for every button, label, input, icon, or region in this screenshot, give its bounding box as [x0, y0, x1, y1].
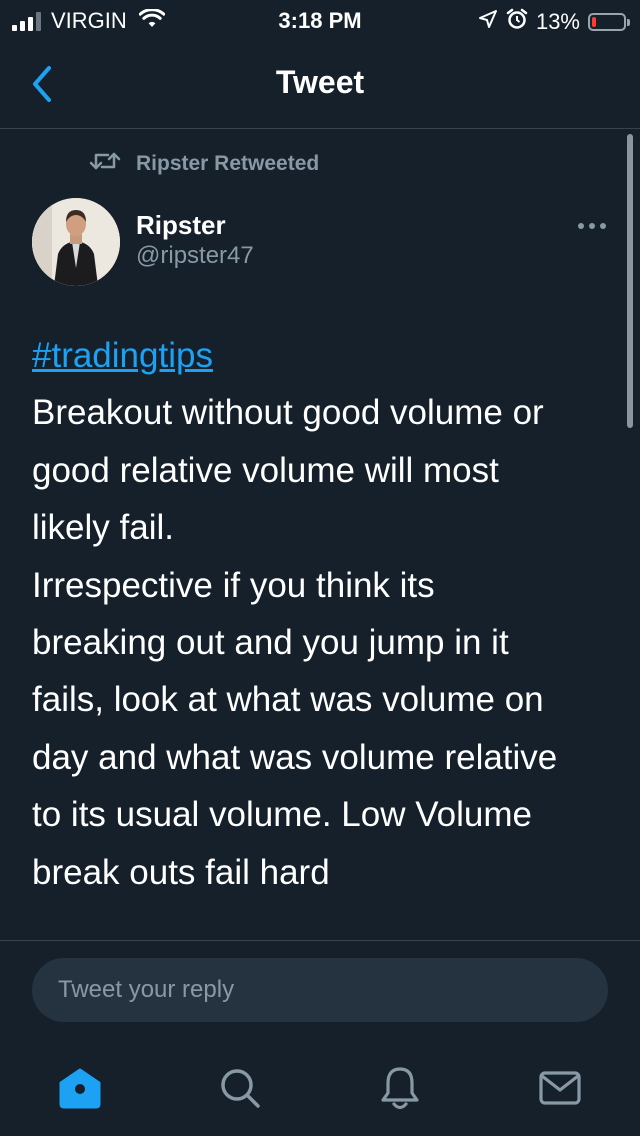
search-icon [221, 1069, 260, 1108]
navigation-bar: Tweet [0, 40, 640, 129]
retweet-icon [88, 150, 122, 178]
battery-level [592, 16, 596, 27]
status-right: 13% [478, 8, 630, 35]
tab-home[interactable] [50, 1058, 110, 1118]
tweet-line: to its usual volume. Low Volume [32, 795, 532, 835]
alarm-icon [506, 8, 528, 35]
author-name[interactable]: Ripster [136, 210, 226, 241]
reply-input[interactable] [58, 976, 578, 1004]
avatar[interactable] [32, 198, 120, 286]
tab-bar [0, 1046, 640, 1136]
location-arrow-icon [478, 9, 498, 34]
tweet-line: break outs fail hard [32, 852, 330, 892]
status-bar: VIRGIN 3:18 PM 13% [0, 0, 640, 40]
retweet-context[interactable]: Ripster Retweeted [88, 150, 319, 178]
page-title: Tweet [275, 64, 365, 100]
tweet-line: likely fail. [32, 508, 174, 548]
home-icon [59, 1068, 101, 1109]
reply-box[interactable] [32, 958, 608, 1022]
tab-messages[interactable] [530, 1058, 590, 1118]
tweet-line: day and what was volume relative [32, 737, 558, 777]
tweet-line: Irrespective if you think its [32, 565, 435, 605]
more-dot [600, 223, 606, 229]
divider [0, 940, 640, 941]
battery-percent: 13% [535, 8, 580, 34]
retweet-label: Ripster Retweeted [136, 152, 320, 175]
tweet-line: Breakout without good volume or [32, 393, 544, 433]
more-dot [578, 223, 584, 229]
more-options-button[interactable] [572, 212, 612, 240]
tweet-line: good relative volume will most [32, 450, 499, 490]
hashtag-link[interactable]: #tradingtips [32, 336, 213, 375]
author-handle[interactable]: @ripster47 [136, 242, 254, 270]
messages-icon [539, 1071, 581, 1105]
more-dot [589, 223, 595, 229]
tweet-line: fails, look at what was volume on [32, 680, 544, 720]
tab-search[interactable] [210, 1058, 270, 1118]
notifications-icon [381, 1067, 419, 1110]
scrollbar[interactable] [627, 134, 633, 428]
battery-icon [588, 12, 630, 31]
tab-notifications[interactable] [370, 1058, 430, 1118]
tweet-line: breaking out and you jump in it [32, 623, 509, 663]
tweet-body: #tradingtips Breakout without good volum… [32, 327, 622, 901]
